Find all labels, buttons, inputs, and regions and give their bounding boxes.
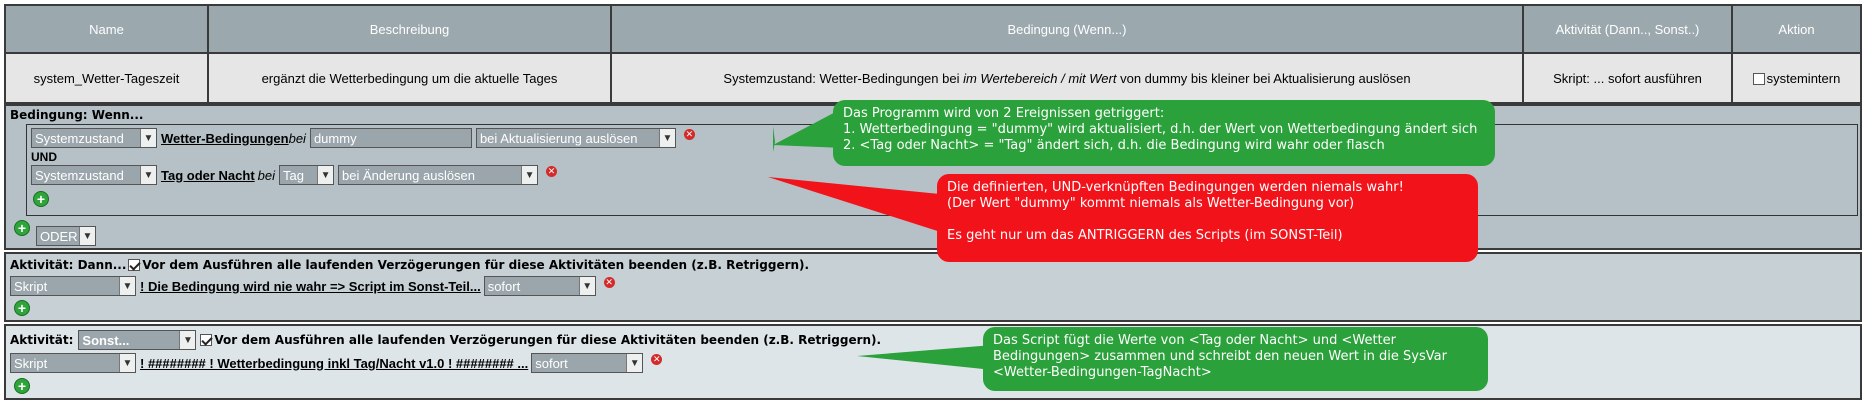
callout-line: Das Programm wird von 2 Ereignissen getr… (843, 106, 1165, 121)
green-top-tail (773, 126, 775, 152)
callout-line: 2. <Tag oder Nacht> = "Tag" ändert sich,… (843, 138, 1385, 153)
callout-line: (Der Wert "dummy" kommt niemals als Wett… (947, 196, 1355, 211)
callout-line: Das Script fügt die Werte von <Tag oder … (993, 333, 1396, 348)
callout-line: 1. Wetterbedingung = "dummy" wird aktual… (843, 122, 1478, 137)
callout-never-true: Die definierten, UND-verknüpften Bedingu… (937, 174, 1478, 262)
green-bottom-tail (857, 345, 993, 370)
callout-script-explanation: Das Script fügt die Werte von <Tag oder … (983, 327, 1488, 391)
callout-line (947, 212, 1468, 228)
callout-line: Die definierten, UND-verknüpften Bedingu… (947, 180, 1404, 195)
callout-line: <Wetter-Bedingungen-TagNacht> (993, 365, 1212, 380)
callout-line: Bedingungen> zusammen und schreibt den n… (993, 349, 1447, 364)
callout-pointers (768, 108, 993, 370)
red-tail (768, 177, 950, 235)
callout-trigger-explanation: Das Programm wird von 2 Ereignissen getr… (833, 100, 1495, 166)
callout-line: Es geht nur um das ANTRIGGERN des Script… (947, 228, 1343, 243)
